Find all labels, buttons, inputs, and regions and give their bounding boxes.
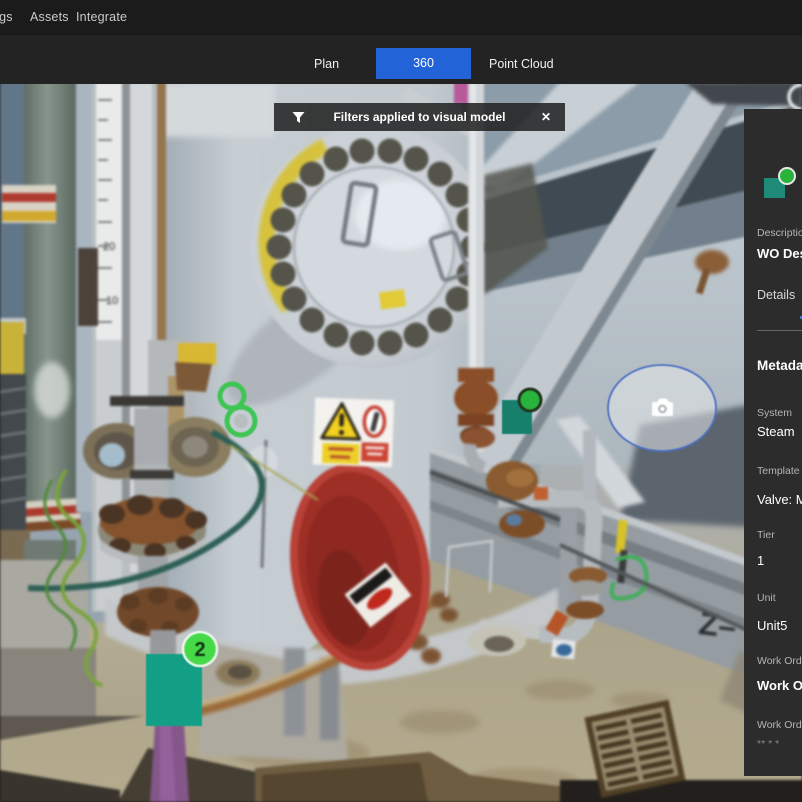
svg-text:2: 2 [194,639,205,661]
